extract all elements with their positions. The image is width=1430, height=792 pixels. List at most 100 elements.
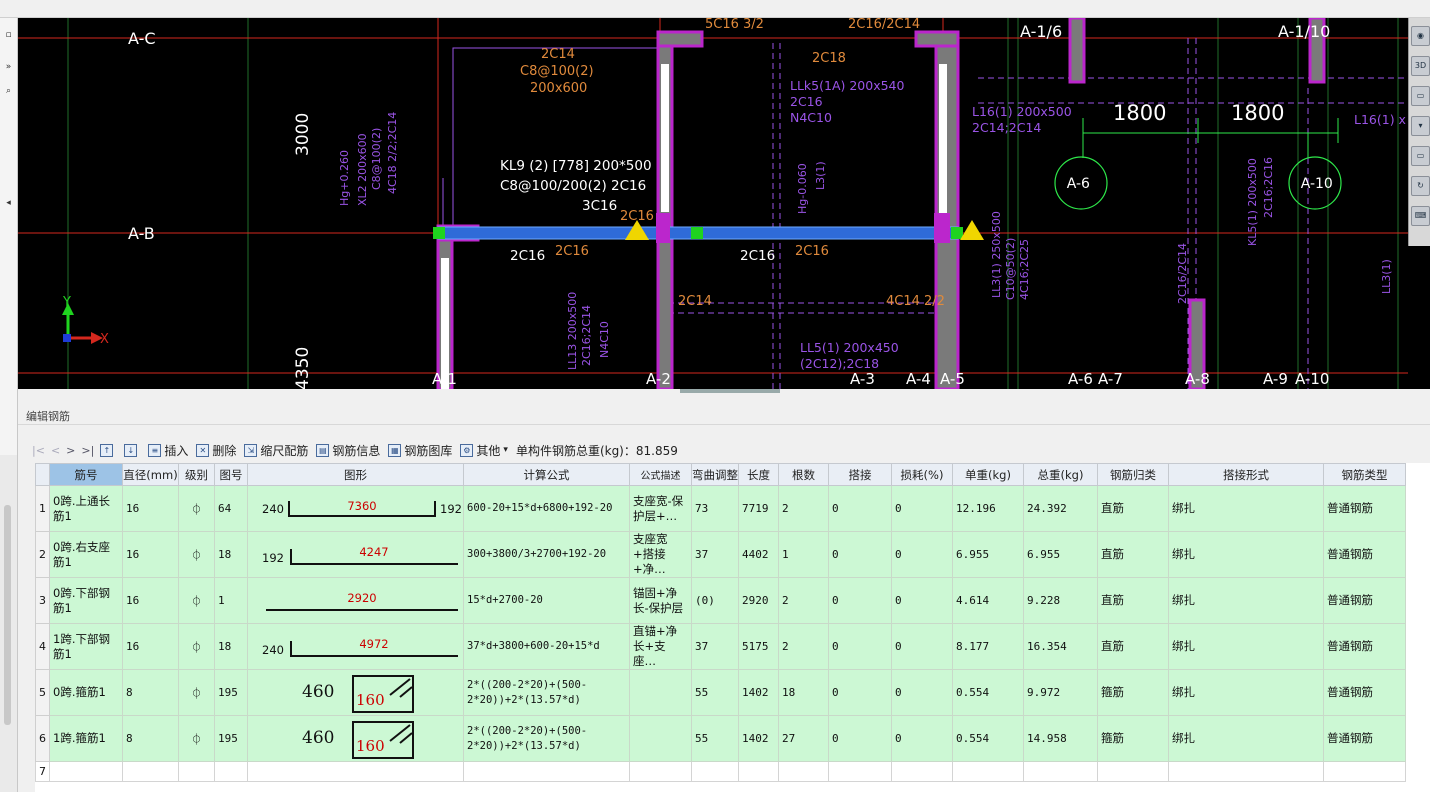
cad-drawing-canvas[interactable]: A-C A-B A-1/6 A-1/10 A-1 A-2 A-3 A-4 A-5 A-6 A-7 A-… <box>18 18 1408 389</box>
cell-lapform[interactable]: 绑扎 <box>1168 623 1324 670</box>
rebar-info-button[interactable]: ▤ 钢筋信息 <box>316 442 380 459</box>
cell-g[interactable]: ⏀ <box>178 485 215 532</box>
cell-bend[interactable]: 37 <box>691 531 739 578</box>
cell-type[interactable]: 普通钢筋 <box>1323 623 1406 670</box>
column-header-4[interactable]: 图形 <box>247 463 464 486</box>
column-header-0[interactable]: 筋号 <box>49 463 123 486</box>
empty-cell[interactable] <box>178 761 215 782</box>
cell-len[interactable]: 1402 <box>738 669 779 716</box>
empty-cell[interactable] <box>1168 761 1324 782</box>
cell-formula[interactable]: 2*((200-2*20)+(500-2*20))+2*(13.57*d) <box>463 669 630 716</box>
cell-loss[interactable]: 0 <box>891 623 953 670</box>
cell-len[interactable]: 7719 <box>738 485 779 532</box>
left-scrollbar[interactable] <box>0 455 17 792</box>
shape-cell[interactable]: 460 160 <box>247 669 464 716</box>
other-button[interactable]: ⚙ 其他 ▾ <box>460 442 508 459</box>
cell-desc[interactable]: 直锚+净长+支座… <box>629 623 692 670</box>
cell-g[interactable]: ⏀ <box>178 623 215 670</box>
cell-unit[interactable]: 0.554 <box>952 669 1024 716</box>
table-row[interactable]: 4 1跨.下部钢筋1 16 ⏀ 18 240 4972 37*d+3800+600-20+15… <box>35 623 1406 670</box>
cell-total[interactable]: 16.354 <box>1023 623 1098 670</box>
next-button[interactable]: > <box>66 444 75 457</box>
column-header-1[interactable]: 直径(mm) <box>122 463 179 486</box>
empty-cell[interactable] <box>49 761 123 782</box>
column-header-7[interactable]: 弯曲调整 <box>691 463 739 486</box>
cell-type[interactable]: 普通钢筋 <box>1323 577 1406 624</box>
cell-cat[interactable]: 直筋 <box>1097 531 1169 578</box>
row-number[interactable]: 2 <box>35 531 50 578</box>
column-header-2[interactable]: 级别 <box>178 463 215 486</box>
cell-unit[interactable]: 0.554 <box>952 715 1024 762</box>
cell-fig[interactable]: 195 <box>214 715 248 762</box>
column-header-6[interactable]: 公式描述 <box>629 463 692 486</box>
cell-formula[interactable]: 37*d+3800+600-20+15*d <box>463 623 630 670</box>
cell-loss[interactable]: 0 <box>891 715 953 762</box>
table-row[interactable]: 6 1跨.箍筋1 8 ⏀ 195 460 160 2*((200-2*20)+(500-2*2… <box>35 715 1406 762</box>
table-row[interactable]: 3 0跨.下部钢筋1 16 ⏀ 1 2920 15*d+2700-20 锚固+净长-保护层 (0… <box>35 577 1406 624</box>
move-up-button[interactable]: ↑ <box>100 443 116 457</box>
cell-fig[interactable]: 1 <box>214 577 248 624</box>
cell-type[interactable]: 普通钢筋 <box>1323 531 1406 578</box>
cell-lap[interactable]: 0 <box>828 531 892 578</box>
cell-len[interactable]: 1402 <box>738 715 779 762</box>
cell-name[interactable]: 0跨.下部钢筋1 <box>49 577 123 624</box>
cell-desc[interactable] <box>629 669 692 716</box>
cell-desc[interactable]: 支座宽-保护层+… <box>629 485 692 532</box>
cell-lap[interactable]: 0 <box>828 485 892 532</box>
row-number[interactable]: 1 <box>35 485 50 532</box>
cell-cat[interactable]: 直筋 <box>1097 623 1169 670</box>
cell-bend[interactable]: (0) <box>691 577 739 624</box>
cell-name[interactable]: 0跨.箍筋1 <box>49 669 123 716</box>
column-header-16[interactable]: 钢筋类型 <box>1323 463 1406 486</box>
cell-cnt[interactable]: 27 <box>778 715 829 762</box>
scale-rebar-button[interactable]: ⇲ 缩尺配筋 <box>244 442 308 459</box>
cell-lapform[interactable]: 绑扎 <box>1168 485 1324 532</box>
cell-bend[interactable]: 55 <box>691 715 739 762</box>
panel-splitter[interactable] <box>680 389 780 393</box>
cell-bend[interactable]: 73 <box>691 485 739 532</box>
rotate-icon[interactable]: ↻ <box>1411 176 1430 196</box>
cell-d[interactable]: 16 <box>122 577 179 624</box>
cell-d[interactable]: 16 <box>122 623 179 670</box>
cell-d[interactable]: 16 <box>122 531 179 578</box>
search-icon[interactable]: ⌕ <box>1 84 16 98</box>
empty-cell[interactable] <box>891 761 953 782</box>
first-button[interactable]: |< <box>32 444 45 457</box>
shape-cell[interactable]: 2920 <box>247 577 464 624</box>
cell-cnt[interactable]: 2 <box>778 623 829 670</box>
cell-fig[interactable]: 64 <box>214 485 248 532</box>
cell-cnt[interactable]: 2 <box>778 485 829 532</box>
cell-formula[interactable]: 2*((200-2*20)+(500-2*20))+2*(13.57*d) <box>463 715 630 762</box>
cell-cat[interactable]: 箍筋 <box>1097 715 1169 762</box>
last-button[interactable]: >| <box>81 444 94 457</box>
cell-formula[interactable]: 15*d+2700-20 <box>463 577 630 624</box>
cell-name[interactable]: 1跨.箍筋1 <box>49 715 123 762</box>
empty-cell[interactable] <box>1323 761 1406 782</box>
empty-cell[interactable] <box>214 761 248 782</box>
cell-len[interactable]: 4402 <box>738 531 779 578</box>
column-header-13[interactable]: 总重(kg) <box>1023 463 1098 486</box>
shape-cell[interactable]: 460 160 <box>247 715 464 762</box>
cell-g[interactable]: ⏀ <box>178 531 215 578</box>
cell-loss[interactable]: 0 <box>891 669 953 716</box>
cell-desc[interactable] <box>629 715 692 762</box>
cell-bend[interactable]: 37 <box>691 623 739 670</box>
cell-cat[interactable]: 箍筋 <box>1097 669 1169 716</box>
empty-cell[interactable] <box>1097 761 1169 782</box>
shape-cell[interactable]: 240 7360 192 <box>247 485 464 532</box>
cell-bend[interactable]: 55 <box>691 669 739 716</box>
cell-total[interactable]: 14.958 <box>1023 715 1098 762</box>
cell-type[interactable]: 普通钢筋 <box>1323 669 1406 716</box>
column-header-15[interactable]: 搭接形式 <box>1168 463 1324 486</box>
cell-name[interactable]: 0跨.右支座筋1 <box>49 531 123 578</box>
cell-lapform[interactable]: 绑扎 <box>1168 715 1324 762</box>
cell-d[interactable]: 8 <box>122 715 179 762</box>
column-header-12[interactable]: 单重(kg) <box>952 463 1024 486</box>
cell-cat[interactable]: 直筋 <box>1097 485 1169 532</box>
cell-unit[interactable]: 12.196 <box>952 485 1024 532</box>
shape-cell[interactable]: 240 4972 <box>247 623 464 670</box>
column-header-10[interactable]: 搭接 <box>828 463 892 486</box>
shape-cell[interactable]: 192 4247 <box>247 531 464 578</box>
cell-cat[interactable]: 直筋 <box>1097 577 1169 624</box>
cell-lapform[interactable]: 绑扎 <box>1168 577 1324 624</box>
